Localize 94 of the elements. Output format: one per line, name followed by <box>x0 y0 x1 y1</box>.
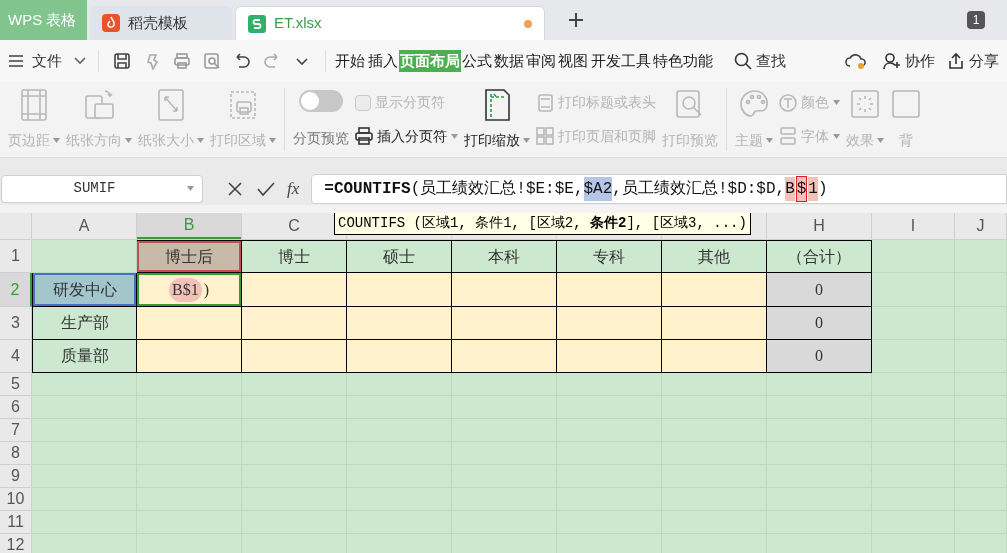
row-header[interactable]: 11 <box>0 511 32 534</box>
row-header[interactable]: 10 <box>0 488 32 511</box>
caret-down-icon <box>125 138 132 143</box>
ribbon-tab[interactable]: 视图 <box>557 49 589 73</box>
ribbon-tab[interactable]: 开始 <box>334 49 366 73</box>
toggle-label: 分页预览 <box>293 129 349 148</box>
row-header[interactable]: 4 <box>0 340 32 373</box>
header-footer-icon <box>536 93 554 112</box>
share-icon <box>947 52 965 70</box>
row-header[interactable]: 9 <box>0 465 32 488</box>
function-button[interactable]: fx <box>287 175 300 202</box>
table-cell: 研发中心 <box>32 273 137 307</box>
ribbon-tab[interactable]: 审阅 <box>525 49 557 73</box>
row-header[interactable]: 3 <box>0 307 32 340</box>
table-cell: 专科 <box>557 240 662 273</box>
page-break-icon <box>779 127 797 146</box>
page-size-icon <box>155 88 187 122</box>
table-cell: 质量部 <box>32 340 137 373</box>
font-circle-icon <box>779 93 797 112</box>
cell-reference: $A2 <box>583 176 613 201</box>
chevron-down-icon <box>74 57 86 65</box>
add-person-icon <box>883 52 901 70</box>
toggle-switch[interactable] <box>299 90 343 112</box>
column-header[interactable]: J <box>976 214 985 238</box>
ribbon-tab[interactable]: 数据 <box>493 49 525 73</box>
cell-reference: B <box>785 176 795 201</box>
row-header[interactable]: 7 <box>0 419 32 442</box>
color-grid-icon <box>536 127 554 146</box>
caret-down-icon <box>833 100 840 106</box>
table-cell: 0 <box>767 307 872 340</box>
caret-down-icon <box>187 186 194 191</box>
file-menu[interactable]: 文件 <box>32 49 86 73</box>
ribbon-tab[interactable]: 公式 <box>461 49 493 73</box>
collaborate-button[interactable]: 协作 <box>883 49 935 73</box>
caret-down-icon <box>451 133 458 139</box>
name-box[interactable]: SUMIF <box>1 174 203 203</box>
cloud-icon[interactable] <box>845 51 867 71</box>
ribbon-tab[interactable]: 开发工具 <box>590 49 652 73</box>
table-cell: 0 <box>767 340 872 373</box>
caret-down-icon <box>833 133 840 139</box>
cell-reference: 1 <box>808 176 818 201</box>
row-header[interactable]: 8 <box>0 442 32 465</box>
active-cell[interactable]: B$1 ) <box>137 273 242 307</box>
search-button[interactable]: 查找 <box>734 49 786 73</box>
close-icon[interactable] <box>227 180 243 197</box>
formula-field[interactable]: =COUNTIFS(员工绩效汇总!$E:$E,$A2,员工绩效汇总!$D:$D,B$1) <box>311 173 1007 204</box>
row-header[interactable]: 1 <box>0 240 32 273</box>
printer-icon <box>355 127 373 146</box>
flame-logo-icon <box>102 14 120 32</box>
print-preview-icon[interactable] <box>203 52 221 70</box>
save-icon[interactable] <box>113 52 131 70</box>
caret-down-icon <box>523 138 530 143</box>
function-tooltip: COUNTIFS (区域1, 条件1, [区域2, 条件2], [区域3, ...) <box>334 213 751 235</box>
grid-cell <box>955 240 1007 273</box>
ribbon-tab[interactable]: 特色功能 <box>652 49 714 73</box>
document-tab[interactable]: ET.xlsx <box>235 6 545 40</box>
page-orientation-icon <box>83 88 115 122</box>
page-margins-icon <box>18 88 50 122</box>
table-cell: 本科 <box>452 240 557 273</box>
table-cell: 硕士 <box>347 240 452 273</box>
spreadsheet-logo-icon <box>248 14 266 33</box>
table-cell: 生产部 <box>32 307 137 340</box>
caret-down-icon <box>877 138 884 143</box>
caret-down-icon <box>269 138 276 143</box>
ribbon-tab[interactable]: 插入 <box>367 49 399 73</box>
column-header[interactable]: A <box>78 214 90 238</box>
row-header[interactable]: 5 <box>0 373 32 396</box>
row-header[interactable]: 12 <box>0 534 32 553</box>
table-cell: 0 <box>767 273 872 307</box>
print-area-icon <box>227 88 259 122</box>
ribbon-button[interactable]: 插入分页符 <box>355 125 458 147</box>
undo-icon[interactable] <box>233 52 251 70</box>
column-header[interactable]: I <box>910 214 916 238</box>
menu-icon[interactable] <box>8 54 24 68</box>
table-cell: 博士 <box>242 240 347 273</box>
caret-down-icon <box>197 138 204 143</box>
table-cell: （合计） <box>767 240 872 273</box>
plus-icon[interactable] <box>568 12 584 28</box>
check-icon[interactable] <box>257 180 275 197</box>
share-button[interactable]: 分享 <box>947 49 999 73</box>
window-count-badge[interactable]: 1 <box>967 11 985 29</box>
cell-reference: $ <box>796 176 807 201</box>
cell-reference: B$1 <box>169 277 202 302</box>
caret-down-icon <box>766 138 773 143</box>
table-cell: 博士后 <box>137 240 242 273</box>
ribbon-button[interactable]: 打印缩放 <box>464 82 530 157</box>
table-cell: 其他 <box>662 240 767 273</box>
caret-down-icon <box>53 138 60 143</box>
search-icon <box>734 52 752 70</box>
row-header[interactable]: 6 <box>0 396 32 419</box>
cell-text: ) <box>203 279 209 301</box>
column-header[interactable]: H <box>813 214 825 238</box>
document-tab[interactable]: 稻壳模板 <box>90 6 232 40</box>
column-header[interactable]: C <box>288 214 300 238</box>
